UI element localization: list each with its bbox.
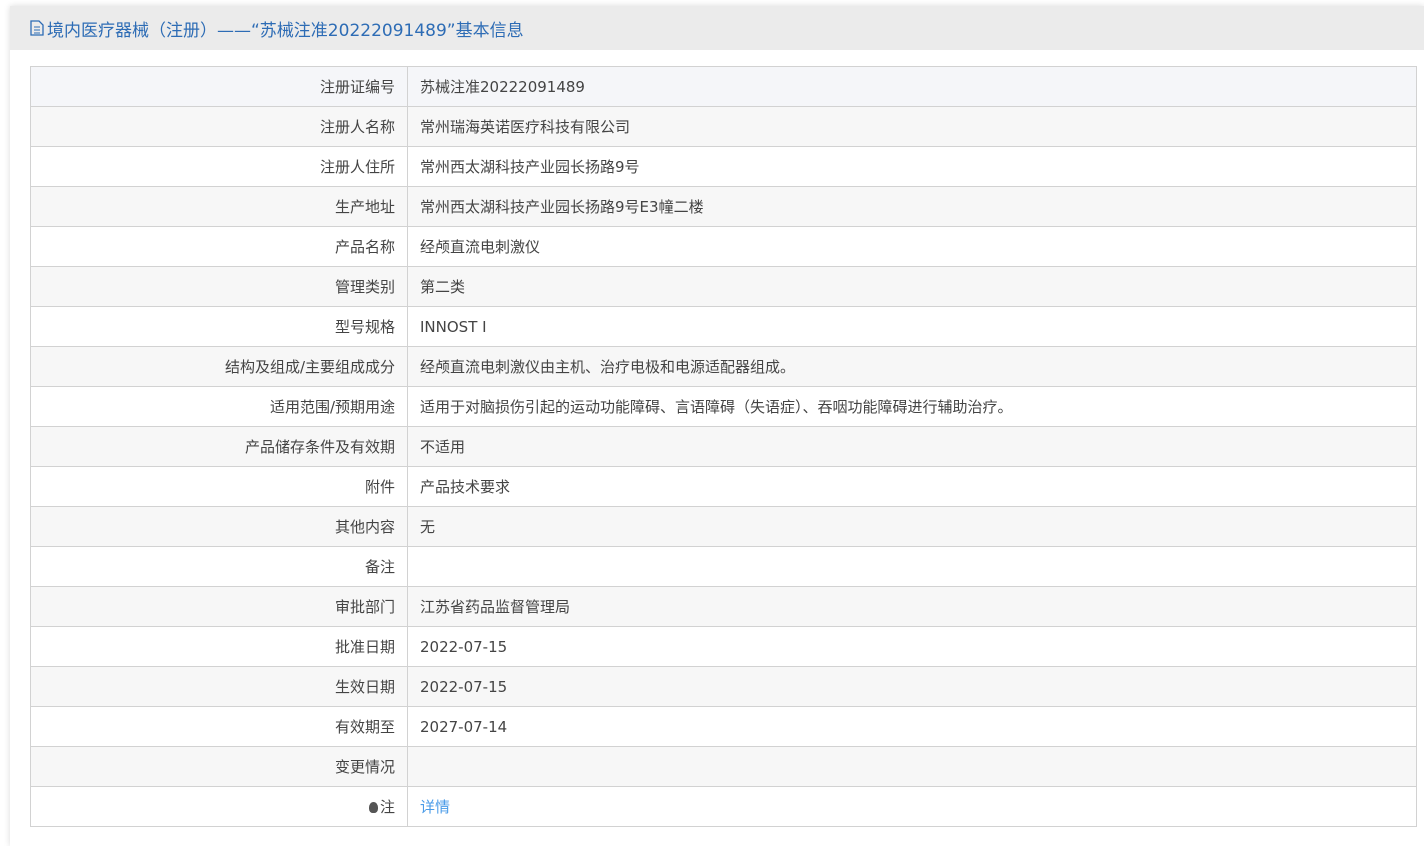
table-row: 结构及组成/主要组成成分 经颅直流电刺激仪由主机、治疗电极和电源适配器组成。: [30, 346, 1417, 387]
table-row: 其他内容无: [30, 506, 1417, 547]
table-row: 管理类别 第二类: [30, 266, 1417, 307]
field-value: 产品技术要求: [407, 466, 1417, 507]
field-label: 备注: [30, 546, 408, 587]
field-value: 常州瑞海英诺医疗科技有限公司: [407, 106, 1417, 147]
field-value: 不适用: [407, 426, 1417, 467]
field-value: 经颅直流电刺激仪由主机、治疗电极和电源适配器组成。: [407, 346, 1417, 387]
table-row: 产品名称 经颅直流电刺激仪: [30, 226, 1417, 267]
table-row: 生产地址 常州西太湖科技产业园长扬路9号E3幢二楼: [30, 186, 1417, 227]
field-label: 生产地址: [30, 186, 408, 227]
field-label: 附件: [30, 466, 408, 507]
field-label: 注册人住所: [30, 146, 408, 187]
field-value: INNOST Ⅰ: [407, 306, 1417, 347]
table-row: 注册证编号 苏械注准20222091489: [30, 66, 1417, 107]
table-row: 附件 产品技术要求: [30, 466, 1417, 507]
field-value: 常州西太湖科技产业园长扬路9号: [407, 146, 1417, 187]
document-icon: [30, 20, 44, 36]
field-label: 注册证编号: [30, 66, 408, 107]
table-row: 注册人名称 常州瑞海英诺医疗科技有限公司: [30, 106, 1417, 147]
details-link[interactable]: 详情: [420, 798, 450, 816]
field-label: 适用范围/预期用途: [30, 386, 408, 427]
field-value: 无: [407, 506, 1417, 547]
field-label: 有效期至: [30, 706, 408, 747]
field-label: 批准日期: [30, 626, 408, 667]
field-label: 产品名称: [30, 226, 408, 267]
table-row: 有效期至 2027-07-14: [30, 706, 1417, 747]
field-label: 产品储存条件及有效期: [30, 426, 408, 467]
field-label: 其他内容: [30, 506, 408, 547]
table-row: 适用范围/预期用途 适用于对脑损伤引起的运动功能障碍、言语障碍（失语症）、吞咽功能…: [30, 386, 1417, 427]
field-value: 江苏省药品监督管理局: [407, 586, 1417, 627]
field-label: 生效日期: [30, 666, 408, 707]
table-row: 注册人住所 常州西太湖科技产业园长扬路9号: [30, 146, 1417, 187]
field-label: 管理类别: [30, 266, 408, 307]
note-label: 注: [379, 798, 395, 816]
lightbulb-icon: [368, 802, 378, 813]
field-label: 注册人名称: [30, 106, 408, 147]
detail-panel: 境内医疗器械（注册）——“苏械注准20222091489”基本信息 注册证编号苏…: [10, 6, 1424, 846]
field-value: 2022-07-15: [407, 666, 1417, 707]
field-label: 变更情况: [30, 746, 408, 787]
field-value: 第二类: [407, 266, 1417, 307]
table-row: 备注: [30, 546, 1417, 587]
info-table: 注册证编号 苏械注准20222091489 注册人名称 常州瑞海英诺医疗科技有限公司注…: [30, 66, 1417, 827]
table-row: 型号规格 INNOST Ⅰ: [30, 306, 1417, 347]
field-label: 注: [30, 786, 408, 827]
field-value: 2022-07-15: [407, 626, 1417, 667]
field-value: 经颅直流电刺激仪: [407, 226, 1417, 267]
field-value: 2027-07-14: [407, 706, 1417, 747]
field-value: [407, 746, 1417, 787]
field-value: [407, 546, 1417, 587]
table-row: 变更情况: [30, 746, 1417, 787]
table-row: 产品储存条件及有效期 不适用: [30, 426, 1417, 467]
table-row: 生效日期 2022-07-15: [30, 666, 1417, 707]
field-label: 结构及组成/主要组成成分: [30, 346, 408, 387]
table-row-note: 注 详情: [30, 786, 1417, 827]
table-row: 批准日期 2022-07-15: [30, 626, 1417, 667]
page-title: 境内医疗器械（注册）——“苏械注准20222091489”基本信息: [47, 20, 524, 41]
field-label: 审批部门: [30, 586, 408, 627]
table-row: 审批部门 江苏省药品监督管理局: [30, 586, 1417, 627]
field-label: 型号规格: [30, 306, 408, 347]
field-value: 苏械注准20222091489: [407, 66, 1417, 107]
field-value: 适用于对脑损伤引起的运动功能障碍、言语障碍（失语症）、吞咽功能障碍进行辅助治疗。: [407, 386, 1417, 427]
panel-header: 境内医疗器械（注册）——“苏械注准20222091489”基本信息: [10, 6, 1424, 50]
field-value: 常州西太湖科技产业园长扬路9号E3幢二楼: [407, 186, 1417, 227]
